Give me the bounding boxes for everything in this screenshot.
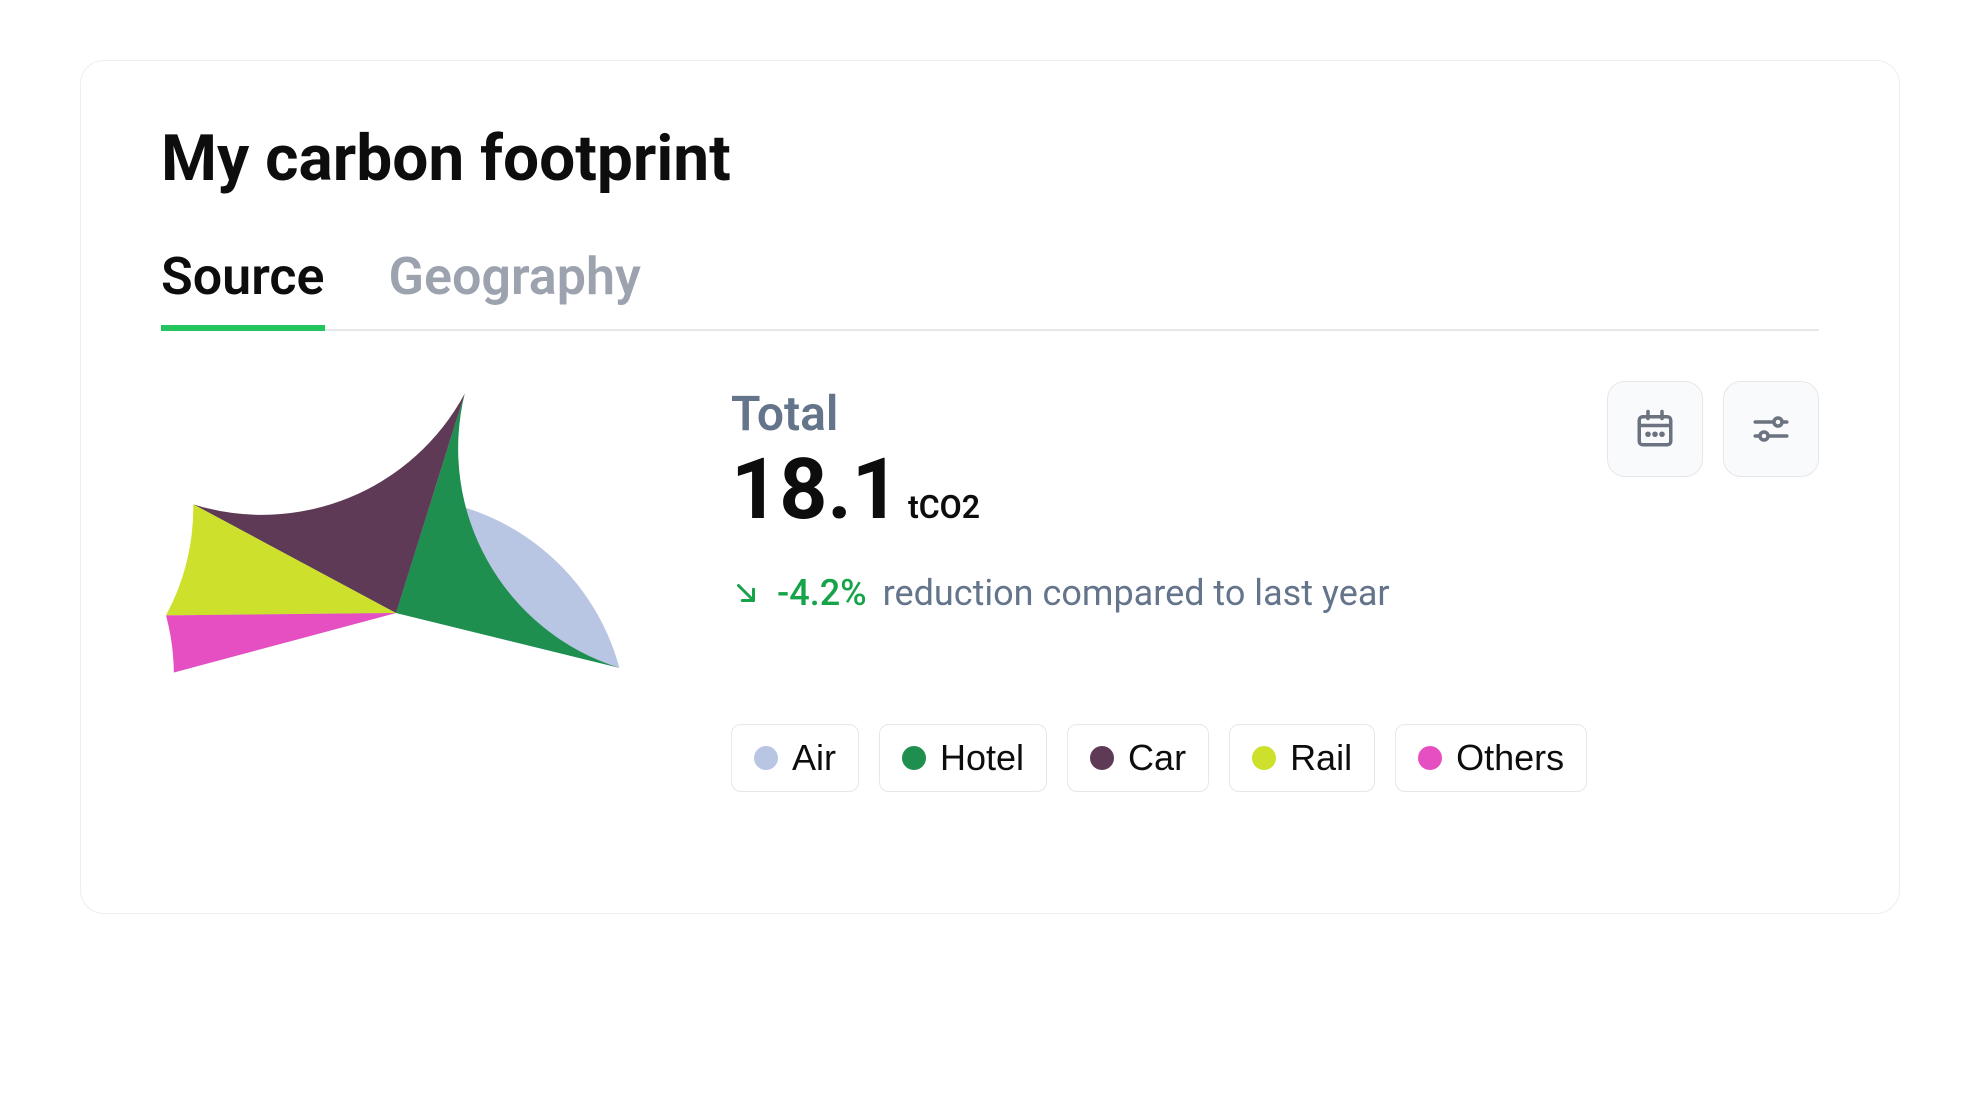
content-row: Total 18.1 tCO2 -4.2% reduction compared… xyxy=(161,381,1819,843)
calendar-icon xyxy=(1634,408,1676,450)
legend-dot-icon xyxy=(1418,746,1442,770)
calendar-button[interactable] xyxy=(1607,381,1703,477)
pie-chart-container xyxy=(161,381,631,843)
arrow-down-right-icon xyxy=(731,578,761,608)
change-description: reduction compared to last year xyxy=(883,572,1390,614)
legend-item-hotel[interactable]: Hotel xyxy=(879,724,1047,792)
legend-label: Others xyxy=(1456,737,1564,779)
sliders-icon xyxy=(1750,408,1792,450)
page-title: My carbon footprint xyxy=(161,121,1819,196)
legend: Air Hotel Car Rail Others xyxy=(731,724,1819,792)
summary-panel: Total 18.1 tCO2 -4.2% reduction compared… xyxy=(731,381,1819,792)
legend-item-others[interactable]: Others xyxy=(1395,724,1587,792)
legend-item-car[interactable]: Car xyxy=(1067,724,1209,792)
pie-slice-others[interactable] xyxy=(166,613,396,673)
legend-dot-icon xyxy=(1252,746,1276,770)
tab-source[interactable]: Source xyxy=(161,246,325,331)
change-percent: -4.2% xyxy=(777,572,867,614)
legend-dot-icon xyxy=(1090,746,1114,770)
action-buttons xyxy=(1607,381,1819,477)
legend-label: Rail xyxy=(1290,737,1352,779)
tab-bar: Source Geography xyxy=(161,246,1819,331)
legend-dot-icon xyxy=(754,746,778,770)
legend-label: Car xyxy=(1128,737,1186,779)
legend-item-air[interactable]: Air xyxy=(731,724,859,792)
total-number: 18.1 xyxy=(731,448,900,532)
total-unit: tCO2 xyxy=(908,488,980,526)
filter-button[interactable] xyxy=(1723,381,1819,477)
legend-label: Hotel xyxy=(940,737,1024,779)
legend-dot-icon xyxy=(902,746,926,770)
pie-chart xyxy=(166,383,626,843)
legend-label: Air xyxy=(792,737,836,779)
tab-geography[interactable]: Geography xyxy=(389,246,641,331)
carbon-footprint-card: My carbon footprint Source Geography xyxy=(80,60,1900,914)
legend-item-rail[interactable]: Rail xyxy=(1229,724,1375,792)
change-row: -4.2% reduction compared to last year xyxy=(731,572,1819,614)
